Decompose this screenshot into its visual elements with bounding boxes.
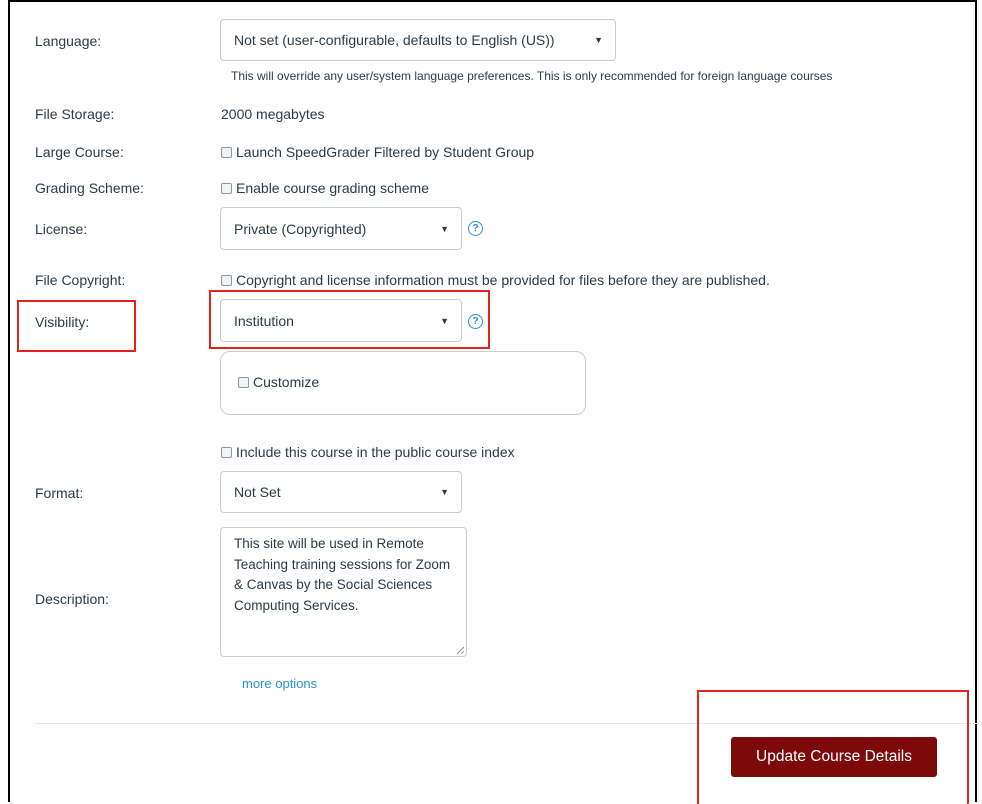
format-select[interactable]: Not Set ▼: [220, 471, 462, 513]
language-select-value: Not set (user-configurable, defaults to …: [234, 32, 555, 48]
chevron-down-icon: ▼: [440, 487, 449, 497]
window-frame-left: [8, 0, 10, 802]
visibility-help-icon[interactable]: ?: [468, 314, 483, 329]
large-course-checkbox-label: Launch SpeedGrader Filtered by Student G…: [236, 144, 535, 160]
grading-scheme-checkbox-label: Enable course grading scheme: [236, 180, 430, 196]
file-storage-value: 2000 megabytes: [221, 106, 325, 122]
visibility-label: Visibility:: [35, 314, 90, 330]
format-label: Format:: [35, 485, 84, 501]
language-label: Language:: [35, 33, 102, 49]
window-frame-right: [975, 0, 977, 802]
language-note: This will override any user/system langu…: [231, 69, 833, 83]
file-storage-label: File Storage:: [35, 106, 115, 122]
grading-scheme-label: Grading Scheme:: [35, 180, 144, 196]
file-copyright-checkbox[interactable]: [221, 274, 232, 286]
chevron-down-icon: ▼: [594, 35, 603, 45]
resize-handle-icon[interactable]: [456, 646, 464, 654]
large-course-checkbox[interactable]: [221, 146, 232, 158]
language-select[interactable]: Not set (user-configurable, defaults to …: [220, 19, 616, 61]
public-index-option[interactable]: Include this course in the public course…: [221, 444, 515, 460]
customize-checkbox[interactable]: [238, 376, 249, 388]
grading-scheme-option[interactable]: Enable course grading scheme: [221, 180, 429, 196]
description-label: Description:: [35, 591, 109, 607]
window-frame-top: [8, 0, 977, 2]
description-text: This site will be used in Remote Teachin…: [234, 536, 451, 613]
large-course-label: Large Course:: [35, 144, 124, 160]
grading-scheme-checkbox[interactable]: [221, 182, 232, 194]
more-options-link[interactable]: more options: [242, 676, 317, 691]
license-label: License:: [35, 221, 88, 237]
large-course-option[interactable]: Launch SpeedGrader Filtered by Student G…: [221, 144, 534, 160]
public-index-checkbox[interactable]: [221, 446, 232, 458]
chevron-down-icon: ▼: [440, 223, 449, 234]
visibility-select[interactable]: Institution ▼: [220, 299, 462, 342]
chevron-down-icon: ▼: [440, 315, 449, 326]
license-select-value: Private (Copyrighted): [234, 220, 367, 237]
public-index-checkbox-label: Include this course in the public course…: [236, 444, 515, 460]
customize-option[interactable]: Customize: [238, 374, 319, 390]
format-select-value: Not Set: [234, 484, 281, 500]
file-copyright-checkbox-label: Copyright and license information must b…: [236, 272, 770, 288]
description-textarea[interactable]: This site will be used in Remote Teachin…: [220, 527, 467, 657]
customize-checkbox-label: Customize: [253, 374, 320, 390]
file-copyright-option[interactable]: Copyright and license information must b…: [221, 272, 770, 288]
license-help-icon[interactable]: ?: [468, 221, 483, 236]
visibility-select-value: Institution: [234, 312, 294, 329]
file-copyright-label: File Copyright:: [35, 272, 126, 288]
update-course-details-button[interactable]: Update Course Details: [731, 737, 937, 777]
license-select[interactable]: Private (Copyrighted) ▼: [220, 207, 462, 250]
